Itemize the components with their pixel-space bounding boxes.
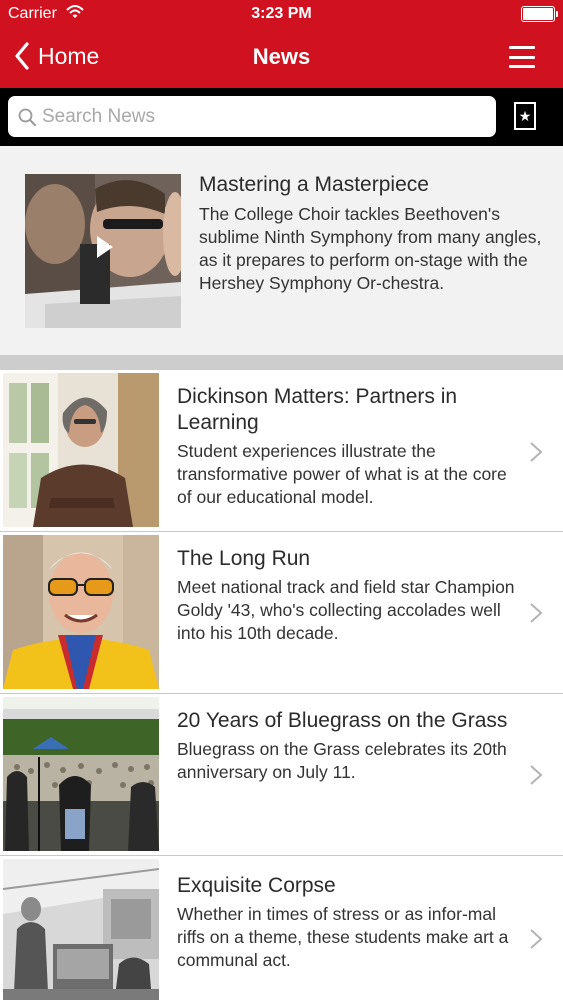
featured-article[interactable]: Mastering a Masterpiece The College Choi…: [0, 146, 563, 355]
search-icon: [18, 108, 36, 126]
featured-description: The College Choir tackles Beethoven's su…: [199, 204, 542, 293]
battery-icon: [521, 6, 558, 22]
article-thumbnail: [3, 859, 159, 1000]
article-thumbnail: [3, 697, 159, 851]
list-item[interactable]: Dickinson Matters: Partners in Learning …: [0, 370, 563, 532]
article-title: 20 Years of Bluegrass on the Grass: [177, 709, 508, 732]
article-thumbnail: [3, 535, 159, 689]
article-thumbnail: [3, 373, 159, 527]
chevron-right-icon: [530, 929, 543, 949]
featured-title: Mastering a Masterpiece: [199, 173, 429, 196]
bookmark-star-icon[interactable]: ★: [514, 102, 536, 130]
chevron-right-icon: [530, 603, 543, 623]
article-description: Meet national track and field star Champ…: [177, 577, 515, 643]
article-title: Dickinson Matters: Partners in Learning: [177, 385, 458, 434]
featured-image: [25, 174, 181, 328]
list-item[interactable]: Exquisite Corpse Whether in times of str…: [0, 856, 563, 1000]
article-description: Whether in times of stress or as infor-m…: [177, 904, 509, 970]
article-description: Bluegrass on the Grass celebrates its 20…: [177, 739, 507, 782]
list-item[interactable]: The Long Run Meet national track and fie…: [0, 532, 563, 694]
status-bar: Carrier 3:23 PM: [0, 0, 563, 28]
article-description: Student experiences illustrate the trans…: [177, 441, 507, 507]
status-time: 3:23 PM: [251, 5, 312, 22]
page-title: News: [252, 44, 311, 69]
search-input[interactable]: [42, 105, 482, 128]
search-box[interactable]: [8, 96, 496, 137]
chevron-right-icon: [530, 765, 543, 785]
hamburger-menu-icon[interactable]: [509, 46, 535, 68]
list-item[interactable]: 20 Years of Bluegrass on the Grass Blueg…: [0, 694, 563, 856]
navigation-bar: Home News: [0, 28, 563, 88]
search-bar: ★: [0, 88, 563, 146]
section-divider: [0, 355, 563, 370]
article-title: Exquisite Corpse: [177, 874, 336, 897]
article-title: The Long Run: [177, 547, 311, 570]
chevron-right-icon: [530, 442, 543, 462]
